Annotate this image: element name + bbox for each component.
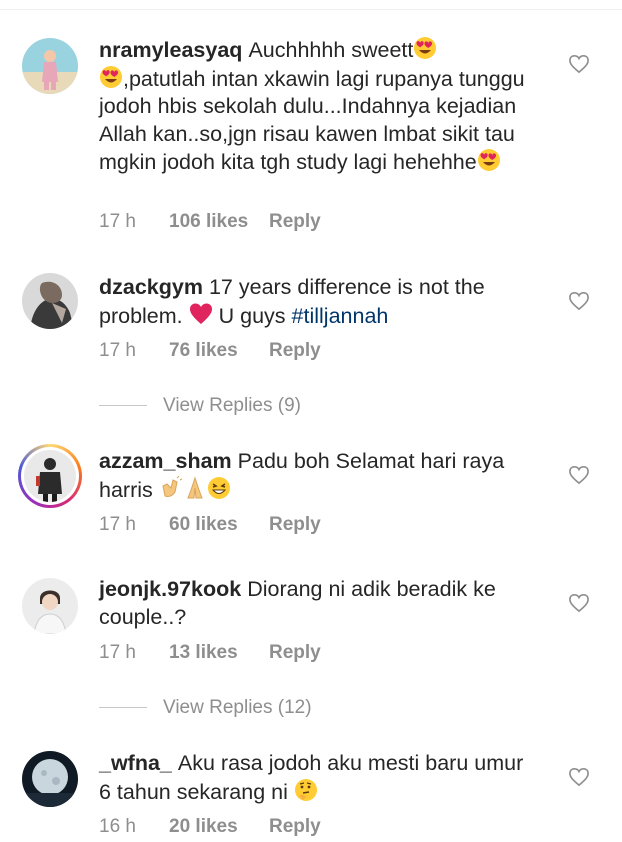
view-replies-label[interactable]: View Replies (9) (163, 395, 301, 416)
like-heart-icon[interactable] (568, 767, 590, 787)
comment-text: nramyleasyaq Auchhhhh sweett ,patutlah in… (99, 36, 539, 177)
likes-count[interactable]: 60 likes (169, 514, 269, 536)
comment-username[interactable]: dzackgym (99, 275, 203, 299)
reply-button[interactable]: Reply (269, 816, 321, 838)
comment-time: 17 h (99, 514, 136, 535)
clapping-hands-icon (159, 475, 183, 500)
comment-username[interactable]: _wfna_ (99, 751, 172, 775)
comment-username[interactable]: jeonjk.97kook (99, 577, 241, 601)
reply-button[interactable]: Reply (269, 514, 321, 536)
comment-time: 17 h (99, 211, 136, 232)
replies-divider (99, 405, 147, 407)
like-heart-icon[interactable] (568, 54, 590, 74)
avatar-image (22, 578, 78, 634)
like-heart-icon[interactable] (568, 465, 590, 485)
view-replies-toggle[interactable]: View Replies (9) (99, 395, 301, 417)
grinning-squinting-icon (207, 476, 231, 500)
comment-text: jeonjk.97kook Diorang ni adik beradik ke … (99, 576, 539, 631)
avatar-image (24, 450, 76, 502)
top-divider (0, 0, 622, 10)
like-heart-icon[interactable] (568, 291, 590, 311)
likes-count[interactable]: 76 likes (169, 340, 269, 362)
comment-meta: 17 h 13 likes Reply (99, 642, 321, 664)
heart-eyes-icon (99, 65, 123, 89)
comment-username[interactable]: azzam_sham (99, 449, 232, 473)
reply-button[interactable]: Reply (269, 211, 321, 233)
comment-username[interactable]: nramyleasyaq (99, 38, 242, 62)
likes-count[interactable]: 20 likes (169, 816, 269, 838)
comment-meta: 17 h 60 likes Reply (99, 514, 321, 536)
comment-text: dzackgym 17 years difference is not the p… (99, 274, 539, 330)
comment-text: _wfna_ Aku rasa jodoh aku mesti baru umur… (99, 750, 539, 806)
heart-eyes-icon (477, 148, 501, 172)
avatar-story-ring[interactable] (18, 444, 82, 508)
avatar (21, 447, 79, 505)
avatar[interactable] (22, 273, 78, 329)
comment-meta: 16 h 20 likes Reply (99, 816, 321, 838)
avatar[interactable] (22, 38, 78, 94)
comment-meta: 17 h 76 likes Reply (99, 340, 321, 362)
replies-divider (99, 707, 147, 709)
avatar-image (22, 273, 78, 329)
avatar-image (22, 751, 78, 807)
likes-count[interactable]: 106 likes (169, 211, 269, 233)
avatar-image (22, 38, 78, 94)
like-heart-icon[interactable] (568, 593, 590, 613)
comment-body-cont: U guys (218, 303, 286, 328)
comment-text: azzam_sham Padu boh Selamat hari raya har… (99, 448, 539, 504)
hashtag-link[interactable]: #tilljannah (292, 304, 389, 328)
view-replies-label[interactable]: View Replies (12) (163, 697, 312, 718)
view-replies-toggle[interactable]: View Replies (12) (99, 697, 312, 719)
comment-body: Auchhhhh sweett (248, 38, 414, 62)
heart-eyes-icon (413, 36, 437, 60)
comment-time: 17 h (99, 642, 136, 663)
comment-meta: 17 h 106 likes Reply (99, 211, 321, 233)
thinking-face-icon (294, 778, 318, 802)
avatar[interactable] (22, 578, 78, 634)
reply-button[interactable]: Reply (269, 642, 321, 664)
comment-time: 17 h (99, 340, 136, 361)
comment-time: 16 h (99, 816, 136, 837)
avatar[interactable] (22, 751, 78, 807)
reply-button[interactable]: Reply (269, 340, 321, 362)
folded-hands-icon (183, 475, 207, 500)
likes-count[interactable]: 13 likes (169, 642, 269, 664)
red-heart-icon (189, 302, 213, 326)
comment-body-cont: ,patutlah intan xkawin lagi rupanya tung… (99, 66, 525, 175)
